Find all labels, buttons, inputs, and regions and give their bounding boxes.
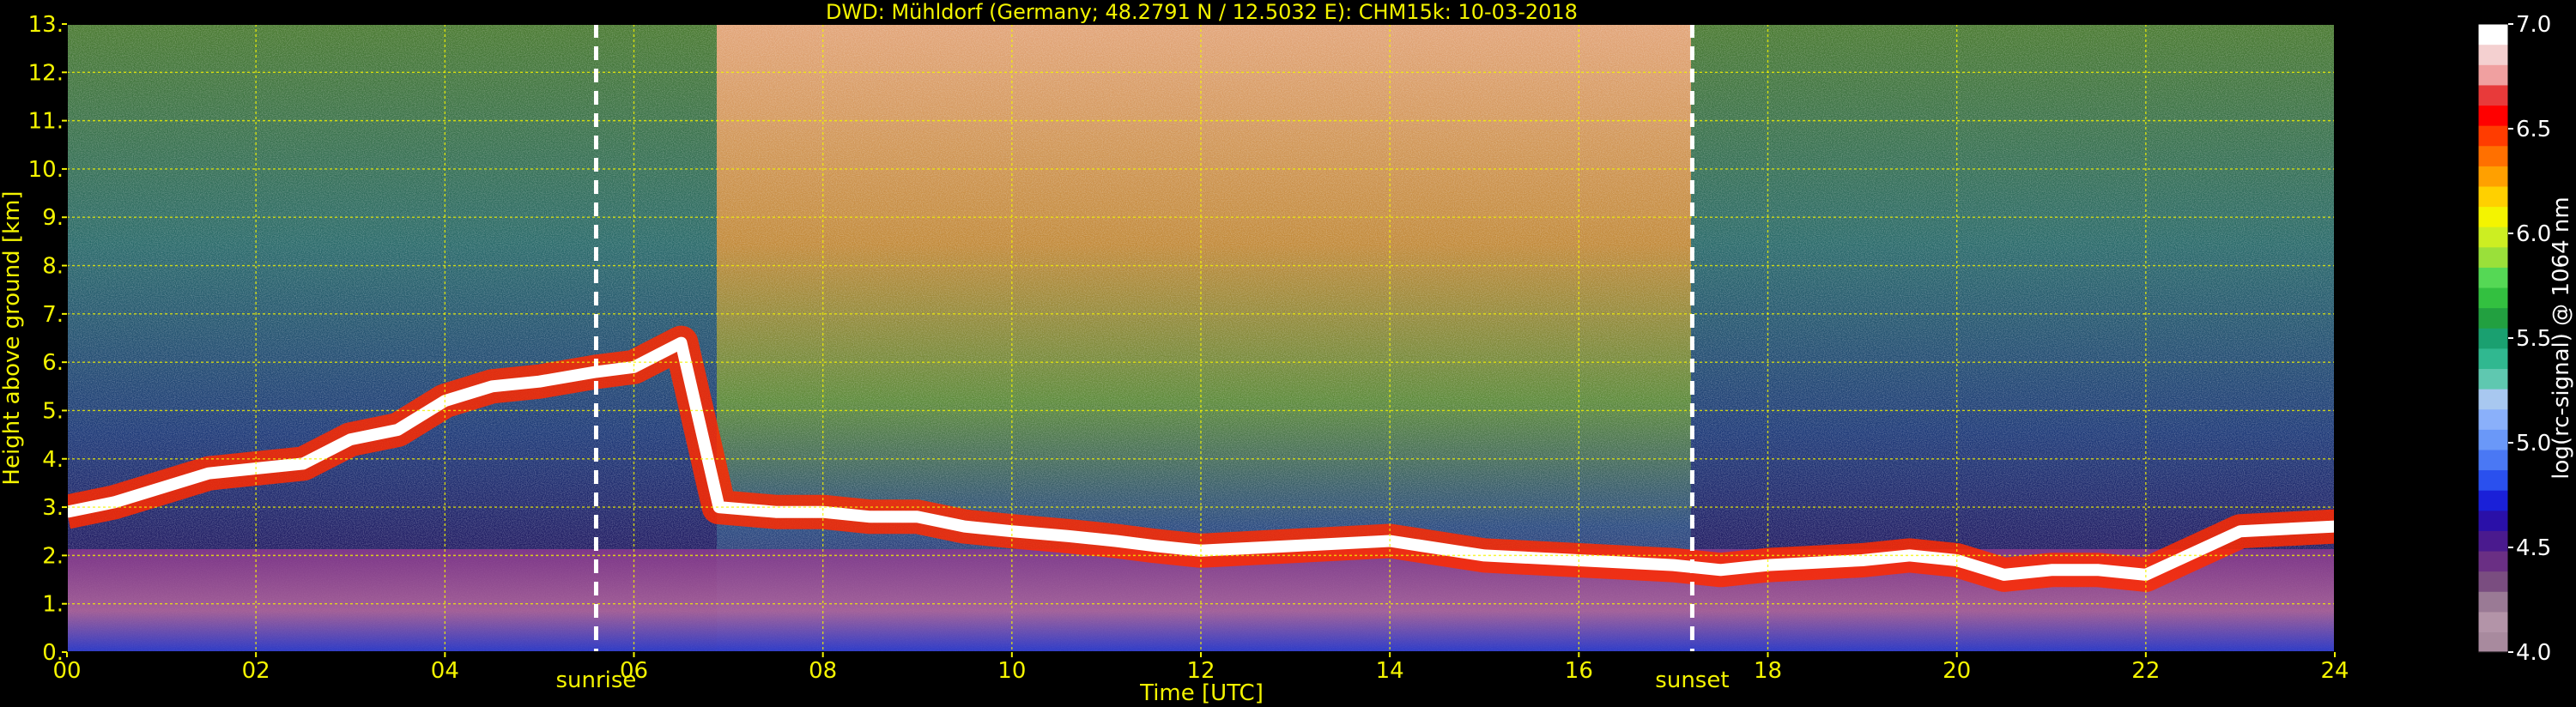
layer-point	[2000, 571, 2008, 578]
layer-point	[1150, 542, 1157, 550]
colorbar-swatch	[2478, 550, 2508, 572]
colorbar-tick-label: 5.0	[2516, 431, 2551, 456]
colorbar-swatch	[2478, 429, 2508, 450]
layer-point	[1064, 532, 1072, 540]
y-tick-label: 12.	[28, 60, 64, 86]
layer-point	[1292, 542, 1300, 550]
x-tick-label: 02	[242, 658, 270, 684]
y-tick-label: 0.	[42, 640, 64, 666]
colorbar-tick-label: 7.0	[2516, 12, 2551, 38]
colorbar-swatch	[2478, 84, 2508, 106]
layer-point	[347, 436, 355, 444]
sunset-label: sunset	[1655, 668, 1729, 693]
colorbar-swatch	[2478, 246, 2508, 268]
layer-point	[2094, 566, 2102, 574]
layer-point	[1670, 561, 1677, 569]
colorbar-tick-label: 6.5	[2516, 117, 2551, 142]
y-axis-label: Height above ground [km]	[0, 190, 25, 485]
colorbar-label: log(rc-signal) @ 1064 nm	[2549, 196, 2574, 479]
colorbar-swatch	[2478, 227, 2508, 248]
layer-point	[772, 508, 779, 516]
colorbar-swatch	[2478, 631, 2508, 653]
colorbar-swatch	[2478, 105, 2508, 126]
x-tick-label: 06	[620, 658, 648, 684]
layer-point	[913, 513, 921, 521]
layer-point	[1717, 566, 1724, 574]
layer-point	[2047, 566, 2055, 574]
colorbar-swatch	[2478, 125, 2508, 147]
y-tick-label: 13.	[28, 12, 64, 38]
colorbar-swatch	[2478, 347, 2508, 370]
y-tick-label: 11.	[28, 109, 64, 135]
colorbar-swatch	[2478, 389, 2508, 410]
x-tick-label: 24	[2320, 658, 2349, 684]
colorbar-swatch	[2478, 449, 2508, 471]
layer-point	[111, 499, 118, 506]
colorbar-swatch	[2478, 44, 2508, 65]
layer-point	[205, 469, 213, 477]
colorbar-swatch	[2478, 145, 2508, 166]
y-tick-label: 4.	[42, 447, 64, 473]
x-tick-label: 20	[1943, 658, 1971, 684]
y-tick-label: 2.	[42, 543, 64, 569]
colorbar-tick-label: 4.0	[2516, 640, 2551, 666]
y-tick-label: 7.	[42, 302, 64, 328]
colorbar-swatch	[2478, 328, 2508, 349]
colorbar-swatch	[2478, 64, 2508, 86]
layer-point	[2236, 528, 2244, 535]
colorbar-swatch	[2478, 307, 2508, 329]
colorbar-swatch	[2478, 469, 2508, 491]
y-tick-label: 10.	[28, 157, 64, 183]
colorbar-swatch	[2478, 287, 2508, 309]
layer-point	[961, 523, 968, 530]
colorbar-tick-label: 6.0	[2516, 221, 2551, 247]
colorbar-swatch	[2478, 206, 2508, 227]
y-tick-label: 1.	[42, 592, 64, 618]
ceilometer-chart: sunrise sunset00 02 04 06 08 10 12 14 16 18 20 22 240…	[0, 0, 2574, 706]
x-tick-label: 08	[809, 658, 837, 684]
colorbar-swatch	[2478, 530, 2508, 552]
layer-point	[300, 460, 307, 468]
colorbar-tick-label: 5.5	[2516, 326, 2551, 352]
layer-point	[394, 426, 402, 433]
colorbar-swatch	[2478, 166, 2508, 187]
x-tick-label: 14	[1376, 658, 1404, 684]
layer-point	[158, 484, 166, 492]
y-tick-label: 5.	[42, 398, 64, 424]
layer-point	[866, 513, 874, 521]
x-tick-label: 22	[2131, 658, 2160, 684]
y-tick-label: 9.	[42, 205, 64, 231]
y-tick-label: 3.	[42, 495, 64, 521]
y-tick-label: 8.	[42, 254, 64, 280]
colorbar-swatch	[2478, 24, 2508, 45]
y-tick-label: 6.	[42, 350, 64, 376]
x-tick-label: 16	[1565, 658, 1593, 684]
colorbar-swatch	[2478, 490, 2508, 511]
colorbar-swatch	[2478, 368, 2508, 390]
colorbar-swatch	[2478, 571, 2508, 592]
colorbar-swatch	[2478, 591, 2508, 613]
x-tick-label: 10	[997, 658, 1026, 684]
layer-point	[488, 383, 496, 390]
colorbar-tick-label: 4.5	[2516, 535, 2551, 561]
layer-point	[677, 339, 685, 347]
x-tick-label: 18	[1754, 658, 1782, 684]
layer-point	[1858, 557, 1866, 564]
colorbar-swatch	[2478, 611, 2508, 632]
chart-title: DWD: Mühldorf (Germany; 48.2791 N / 12.5…	[826, 0, 1578, 24]
layer-point	[1112, 537, 1119, 545]
colorbar-swatch	[2478, 408, 2508, 430]
x-tick-label: 04	[431, 658, 459, 684]
layer-point	[536, 378, 543, 385]
colorbar-swatch	[2478, 510, 2508, 531]
colorbar-swatch	[2478, 267, 2508, 288]
x-axis-label: Time [UTC]	[1139, 680, 1264, 706]
colorbar-swatch	[2478, 185, 2508, 208]
